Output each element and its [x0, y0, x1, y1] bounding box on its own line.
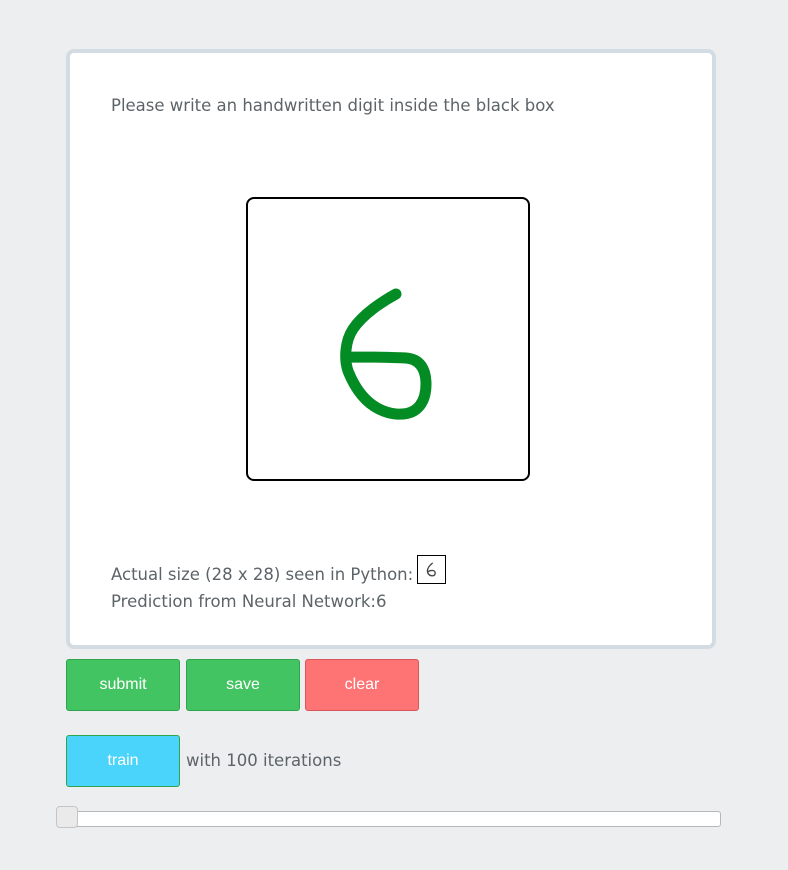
iterations-slider-track[interactable]: [57, 811, 721, 827]
save-button[interactable]: save: [186, 659, 300, 711]
thumbnail-digit-6: [426, 562, 437, 577]
prediction-row: Prediction from Neural Network:6: [111, 592, 386, 611]
train-button[interactable]: train: [66, 735, 180, 787]
digit-card: Please write an handwritten digit inside…: [66, 49, 716, 649]
iterations-slider-handle[interactable]: [56, 806, 78, 828]
prediction-label: Prediction from Neural Network:: [111, 592, 376, 611]
handwritten-digit-6: [340, 288, 432, 420]
clear-button[interactable]: clear: [305, 659, 419, 711]
instruction-text: Please write an handwritten digit inside…: [111, 96, 555, 115]
iterations-text: with 100 iterations: [186, 751, 342, 770]
drawing-canvas[interactable]: [246, 197, 530, 481]
actual-size-row: Actual size (28 x 28) seen in Python:: [111, 555, 447, 584]
thumbnail-preview: [417, 555, 447, 584]
submit-button[interactable]: submit: [66, 659, 180, 711]
prediction-value: 6: [375, 592, 387, 611]
size-label: Actual size (28 x 28) seen in Python:: [111, 565, 414, 584]
